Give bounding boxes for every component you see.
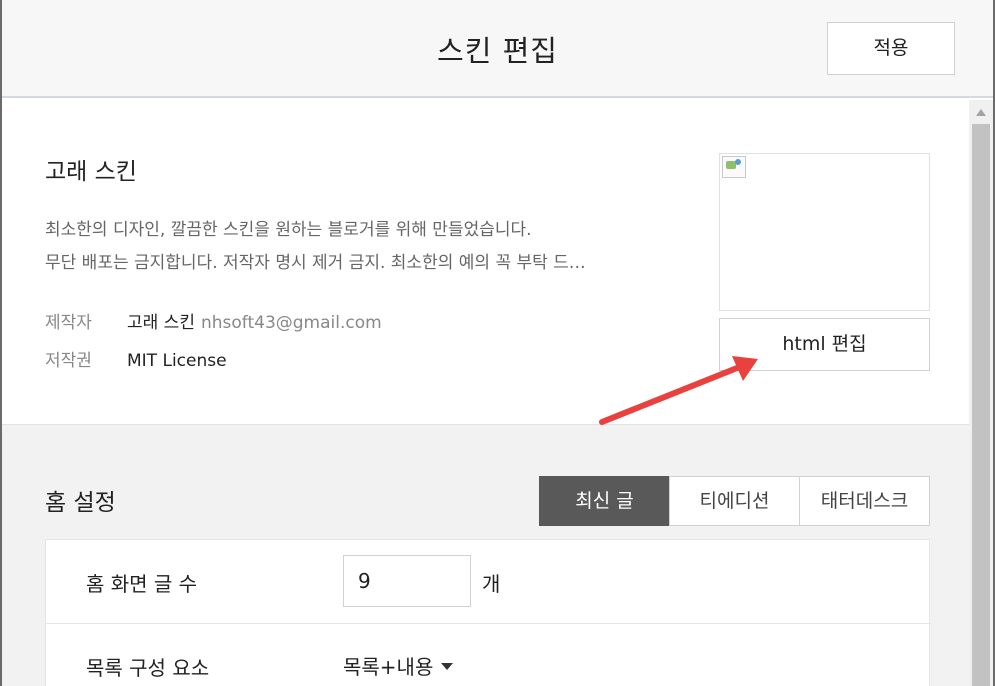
home-tabs: 최신 글 티에디션 태터데스크 [539, 476, 930, 526]
list-component-value: 목록+내용 [343, 655, 434, 679]
list-component-label: 목록 구성 요소 [86, 656, 210, 680]
tab-latest-posts[interactable]: 최신 글 [539, 476, 670, 526]
home-settings-panel: 홈 화면 글 수 개 목록 구성 요소 목록+내용 [45, 539, 931, 686]
skin-description-line1: 최소한의 디자인, 깔끔한 스킨을 원하는 블로거를 위해 만들었습니다. [45, 220, 532, 240]
author-email: nhsoft43@gmail.com [200, 313, 382, 333]
vertical-scrollbar[interactable] [969, 100, 993, 686]
skin-description-line2: 무단 배포는 금지합니다. 저작자 명시 제거 금지. 최소한의 예의 꼭 부탁… [45, 253, 586, 273]
header-bar: 스킨 편집 적용 [2, 0, 993, 98]
author-row: 제작자 고래 스킨 nhsoft43@gmail.com [45, 308, 382, 333]
tab-tatter-desk[interactable]: 태터데스크 [799, 476, 930, 526]
license-row: 저작권 MIT License [45, 346, 227, 371]
author-name: 고래 스킨 [127, 313, 195, 333]
skin-thumbnail [719, 153, 930, 311]
chevron-down-icon [441, 663, 454, 670]
scroll-thumb[interactable] [972, 124, 990, 686]
home-settings-title: 홈 설정 [45, 490, 116, 516]
skin-description: 최소한의 디자인, 깔끔한 스킨을 원하는 블로거를 위해 만들었습니다. 무단… [45, 214, 675, 280]
post-count-row: 홈 화면 글 수 개 [46, 540, 931, 624]
skin-editor-window: 스킨 편집 적용 고래 스킨 최소한의 디자인, 깔끔한 스킨을 원하는 블로거… [0, 0, 995, 686]
apply-button[interactable]: 적용 [827, 22, 955, 75]
license-label: 저작권 [45, 351, 92, 371]
license-value: MIT License [127, 351, 227, 371]
list-component-select[interactable]: 목록+내용 [343, 651, 454, 680]
tab-t-edition[interactable]: 티에디션 [669, 476, 800, 526]
home-settings-section: 홈 설정 최신 글 티에디션 태터데스크 홈 화면 글 수 개 목록 구성 요소… [2, 425, 969, 686]
skin-name: 고래 스킨 [45, 159, 137, 185]
main-content: 고래 스킨 최소한의 디자인, 깔끔한 스킨을 원하는 블로거를 위해 만들었습… [2, 100, 969, 686]
skin-info-section: 고래 스킨 최소한의 디자인, 깔끔한 스킨을 원하는 블로거를 위해 만들었습… [2, 100, 969, 425]
list-component-row: 목록 구성 요소 목록+내용 [46, 624, 931, 686]
post-count-label: 홈 화면 글 수 [86, 572, 198, 596]
author-label: 제작자 [45, 313, 92, 333]
post-count-input[interactable] [343, 555, 471, 607]
scroll-up-arrow-icon[interactable] [969, 102, 993, 122]
broken-image-icon [722, 156, 746, 178]
post-count-unit: 개 [482, 572, 501, 596]
html-edit-button[interactable]: html 편집 [719, 318, 930, 371]
